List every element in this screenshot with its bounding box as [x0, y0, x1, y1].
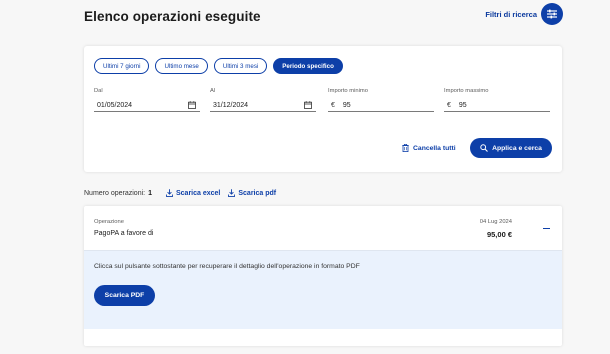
min-amount-label: Importo minimo [328, 88, 368, 94]
period-chips: Ultimi 7 giorni Ultimo mese Ultimi 3 mes… [94, 58, 343, 74]
download-icon [166, 189, 173, 197]
max-amount-label: Importo massimo [444, 88, 489, 94]
max-amount-value: 95 [458, 101, 467, 109]
chip-last-month[interactable]: Ultimo mese [155, 58, 208, 74]
operations-summary: Numero operazioni: 1 Scarica excel Scari… [84, 189, 276, 197]
download-icon [228, 189, 236, 197]
max-amount-field: Importo massimo € 95 [444, 88, 550, 112]
download-pdf-button[interactable]: Scarica PDF [94, 285, 155, 306]
download-excel-label: Scarica excel [176, 189, 221, 197]
apply-search-label: Applica e cerca [492, 144, 542, 152]
operation-amount: 95,00 € [486, 230, 512, 239]
clear-all-label: Cancella tutti [413, 144, 456, 152]
from-date-label: Dal [94, 88, 103, 94]
filters-card: Ultimi 7 giorni Ultimo mese Ultimi 3 mes… [84, 46, 562, 172]
page-title: Elenco operazioni eseguite [84, 9, 261, 24]
sliders-icon [547, 9, 557, 19]
to-date-value: 31/12/2024 [213, 101, 249, 109]
chip-specific-period[interactable]: Periodo specifico [273, 58, 343, 74]
chip-last-3-months[interactable]: Ultimi 3 mesi [213, 58, 268, 74]
euro-prefix: € [447, 101, 451, 109]
calendar-icon[interactable] [304, 101, 312, 109]
calendar-icon[interactable] [188, 101, 196, 109]
operation-kind-label: Operazione [94, 219, 124, 225]
min-amount-input[interactable]: € 95 [328, 99, 434, 112]
to-date-label: Al [210, 88, 216, 94]
filters-button[interactable] [541, 3, 563, 25]
from-date-field: Dal 01/05/2024 [94, 88, 200, 112]
apply-search-button[interactable]: Applica e cerca [470, 138, 552, 158]
clear-all-button[interactable]: Cancella tutti [402, 144, 456, 152]
download-excel-link[interactable]: Scarica excel [166, 189, 220, 197]
min-amount-field: Importo minimo € 95 [328, 88, 434, 112]
max-amount-input[interactable]: € 95 [444, 99, 550, 112]
operations-count: 1 [148, 189, 152, 197]
from-date-value: 01/05/2024 [97, 101, 133, 109]
operation-header[interactable]: Operazione PagoPA a favore di 04 Lug 202… [84, 206, 562, 250]
min-amount-value: 95 [342, 101, 351, 109]
filters-link[interactable]: Filtri di ricerca [485, 10, 537, 19]
operation-detail: Clicca sul pulsante sottostante per recu… [84, 250, 562, 329]
download-pdf-label: Scarica pdf [238, 189, 277, 197]
chip-last-7-days[interactable]: Ultimi 7 giorni [94, 58, 150, 74]
download-pdf-link[interactable]: Scarica pdf [228, 189, 276, 197]
operation-date: 04 Lug 2024 [479, 219, 512, 225]
operation-description: PagoPA a favore di [94, 230, 154, 237]
to-date-field: Al 31/12/2024 [210, 88, 316, 112]
from-date-input[interactable]: 01/05/2024 [94, 99, 200, 112]
search-icon [480, 144, 488, 152]
operations-count-label: Numero operazioni: [84, 189, 146, 197]
euro-prefix: € [331, 101, 335, 109]
trash-icon [402, 144, 409, 152]
operation-card: Operazione PagoPA a favore di 04 Lug 202… [84, 206, 562, 346]
collapse-icon[interactable] [543, 228, 550, 230]
operation-detail-text: Clicca sul pulsante sottostante per recu… [94, 263, 360, 270]
to-date-input[interactable]: 31/12/2024 [210, 99, 316, 112]
